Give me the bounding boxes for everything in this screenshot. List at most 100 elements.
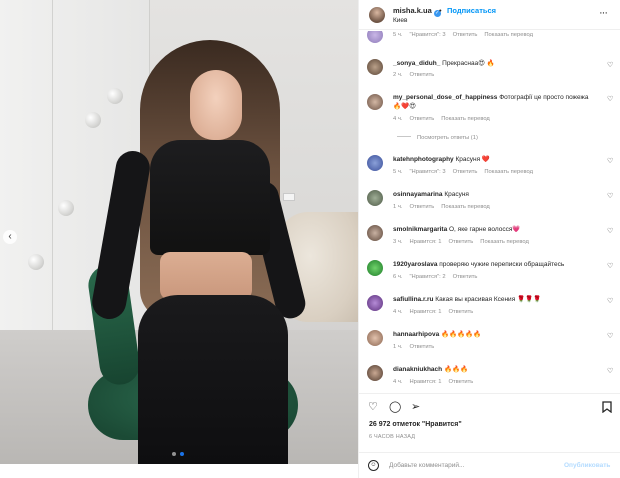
translate-button[interactable]: Показать перевод (441, 204, 490, 210)
reply-button[interactable]: Ответить (409, 344, 434, 350)
comment-text: _sonya_diduh_ Прекраснаа😍 🔥 (393, 60, 495, 67)
comments-list[interactable]: 5 ч. "Нравится": 3 Ответить Показать перево… (359, 31, 620, 388)
avatar[interactable] (367, 31, 383, 43)
comment-username[interactable]: my_personal_dose_of_happiness (393, 94, 497, 101)
comment-likes[interactable]: Нравится: 1 (409, 309, 441, 315)
view-replies-button[interactable]: Посмотреть ответы (1) (397, 135, 478, 141)
comment-meta: 5 ч. "Нравится": 3 Ответить Показать перево… (393, 169, 533, 175)
avatar[interactable] (367, 190, 383, 206)
reply-button[interactable]: Ответить (409, 204, 434, 210)
leggings (138, 295, 288, 464)
comment-username[interactable]: safiullina.r.ru (393, 296, 433, 303)
comment-meta: 1 ч. Ответить (393, 344, 435, 350)
wardrobe-knob (58, 200, 74, 216)
follow-button[interactable]: Подписаться (447, 6, 496, 15)
comment-text: hannaarhipova 🔥🔥🔥🔥🔥 (393, 331, 482, 338)
comment-meta: 3 ч. Нравится: 1 Ответить Показать перевод (393, 239, 529, 245)
post-username[interactable]: misha.k.ua ✓ (393, 6, 441, 17)
comment-likes[interactable]: Нравится: 1 (409, 239, 441, 245)
post-actions: ♡ ◯ ➢ (359, 393, 620, 416)
reply-button[interactable]: Ответить (409, 72, 434, 78)
comment-username[interactable]: katehnphotography (393, 156, 454, 163)
emoji-icon[interactable]: ☺ (368, 460, 379, 471)
reply-button[interactable]: Ответить (453, 32, 478, 38)
share-icon[interactable]: ➢ (411, 401, 420, 413)
comment-meta: 4 ч. Нравится: 1 Ответить (393, 379, 474, 385)
comment-username[interactable]: osinnayamarina (393, 191, 443, 198)
posted-time: 6 ЧАСОВ НАЗАД (369, 434, 416, 440)
separator: • (439, 6, 442, 15)
comment-username[interactable]: smolnikmargarita (393, 226, 447, 233)
sweater (150, 140, 270, 255)
comment-likes[interactable]: Нравится: 1 (409, 379, 441, 385)
heart-icon[interactable]: ♡ (607, 95, 613, 103)
bookmark-icon[interactable] (602, 401, 612, 416)
heart-icon[interactable]: ♡ (607, 227, 613, 235)
heart-icon[interactable]: ♡ (607, 297, 613, 305)
photo-bottom-strip (0, 464, 358, 478)
comment-text: safiullina.r.ru Какая вы красивая Ксения… (393, 296, 542, 303)
translate-button[interactable]: Показать перевод (484, 169, 533, 175)
midriff (160, 252, 252, 300)
heart-icon[interactable]: ♡ (607, 61, 613, 69)
carousel-dot (172, 452, 176, 456)
carousel-dot-active (180, 452, 184, 456)
avatar[interactable] (369, 7, 385, 23)
comment-likes[interactable]: "Нравится": 2 (409, 274, 445, 280)
avatar[interactable] (367, 94, 383, 110)
avatar[interactable] (367, 155, 383, 171)
heart-icon[interactable]: ♡ (607, 192, 613, 200)
comment-text: my_personal_dose_of_happiness Фотографії… (393, 94, 589, 110)
comment-meta: 4 ч. Ответить Показать перевод (393, 116, 490, 122)
comment-icon[interactable]: ◯ (389, 401, 401, 413)
comment-meta: 4 ч. Нравится: 1 Ответить (393, 309, 474, 315)
comment-meta: 1 ч. Ответить Показать перевод (393, 204, 490, 210)
translate-button[interactable]: Показать перевод (441, 116, 490, 122)
reply-button[interactable]: Ответить (453, 169, 478, 175)
reply-button[interactable]: Ответить (453, 274, 478, 280)
translate-button[interactable]: Показать перевод (484, 32, 533, 38)
heart-icon[interactable]: ♡ (607, 262, 613, 270)
avatar[interactable] (367, 260, 383, 276)
comment-username[interactable]: _sonya_diduh_ (393, 60, 440, 67)
avatar[interactable] (367, 225, 383, 241)
heart-icon[interactable]: ♡ (607, 332, 613, 340)
comment-meta: 2 ч. Ответить (393, 72, 435, 78)
comment-likes[interactable]: "Нравится": 3 (409, 32, 445, 38)
avatar[interactable] (367, 295, 383, 311)
reply-button[interactable]: Ответить (449, 379, 474, 385)
heart-icon[interactable]: ♡ (368, 401, 378, 413)
wall-socket (283, 193, 295, 201)
face (190, 70, 242, 140)
more-options-icon[interactable]: ··· (599, 7, 608, 19)
reply-button[interactable]: Ответить (449, 309, 474, 315)
reply-button[interactable]: Ответить (409, 116, 434, 122)
comment-text: osinnayamarina Красуня (393, 191, 469, 198)
comment-meta: 6 ч. "Нравится": 2 Ответить (393, 274, 478, 280)
translate-button[interactable]: Показать перевод (480, 239, 529, 245)
comment-input[interactable]: Добавьте комментарий... (389, 462, 464, 469)
comment-username[interactable]: dianakniukhach (393, 366, 442, 373)
comment-meta: 5 ч. "Нравится": 3 Ответить Показать перево… (393, 32, 533, 38)
post-header: misha.k.ua ✓ • Подписаться Киев ··· (359, 0, 620, 30)
carousel-indicator (172, 452, 184, 456)
post-comment-button[interactable]: Опубликовать (564, 462, 610, 469)
wardrobe-knob (107, 88, 123, 104)
add-comment-bar: ☺ Добавьте комментарий... Опубликовать (359, 452, 620, 478)
comment-likes[interactable]: "Нравится": 3 (409, 169, 445, 175)
post-location[interactable]: Киев (393, 17, 408, 24)
post-side-panel: misha.k.ua ✓ • Подписаться Киев ··· 5 ч. "… (358, 0, 620, 478)
comment-username[interactable]: 1920yaroslava (393, 261, 437, 268)
heart-icon[interactable]: ♡ (607, 367, 613, 375)
likes-count[interactable]: 26 972 отметок "Нравится" (369, 421, 462, 428)
avatar[interactable] (367, 365, 383, 381)
post-photo[interactable]: ‹ (0, 0, 358, 464)
reply-button[interactable]: Ответить (449, 239, 474, 245)
comment-text: smolnikmargarita О, яке гарне волосся💗 (393, 226, 521, 233)
avatar[interactable] (367, 59, 383, 75)
comment-username[interactable]: hannaarhipova (393, 331, 439, 338)
comment-text: dianakniukhach 🔥🔥🔥 (393, 366, 469, 373)
chevron-left-icon[interactable]: ‹ (3, 230, 17, 244)
avatar[interactable] (367, 330, 383, 346)
heart-icon[interactable]: ♡ (607, 157, 613, 165)
